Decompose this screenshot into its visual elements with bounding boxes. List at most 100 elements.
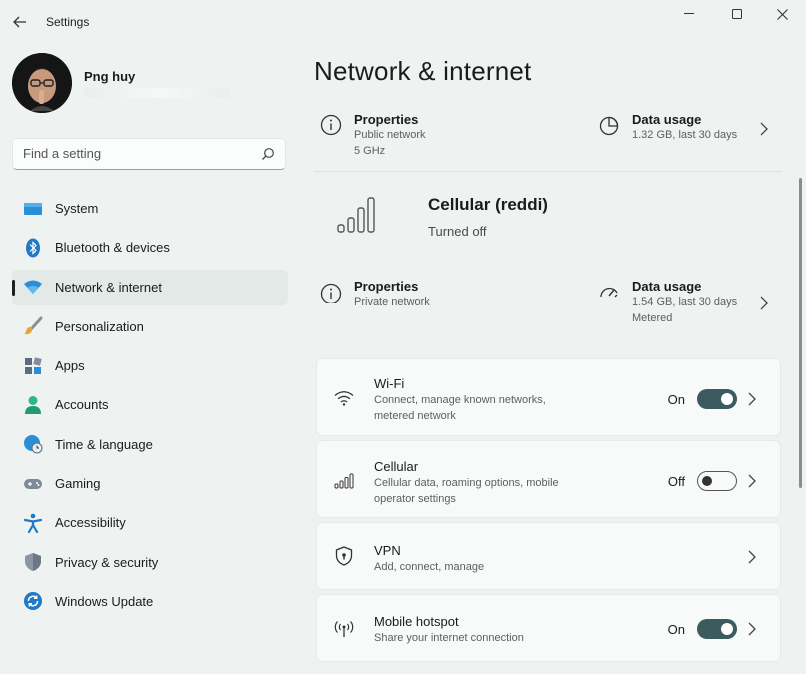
- toggle-state-label: On: [667, 392, 685, 407]
- sidebar-item-label: Time & language: [55, 436, 153, 452]
- sidebar-item-network[interactable]: Network & internet: [12, 269, 288, 305]
- title-bar: Settings: [0, 0, 806, 44]
- shield-icon: [23, 552, 43, 572]
- maximize-button[interactable]: [722, 4, 752, 24]
- search-icon[interactable]: [261, 147, 275, 161]
- toggle-state-label: On: [667, 622, 685, 637]
- mobile-hotspot-card[interactable]: Mobile hotspot Share your internet conne…: [316, 594, 781, 662]
- card-title: VPN: [374, 543, 401, 558]
- network-band: 5 GHz: [354, 145, 386, 157]
- chevron-right-icon[interactable]: [748, 550, 760, 564]
- card-description: Cellular data, roaming options, mobile o…: [374, 477, 559, 505]
- avatar[interactable]: [12, 53, 72, 113]
- sidebar-item-label: Accessibility: [55, 515, 126, 531]
- wifi-card[interactable]: Wi-Fi Connect, manage known networks, me…: [316, 358, 781, 436]
- close-button[interactable]: [767, 4, 797, 24]
- globe-clock-icon: [23, 434, 43, 454]
- back-arrow-icon[interactable]: [10, 12, 30, 32]
- cellular-properties-link[interactable]: Properties Private network: [320, 279, 430, 310]
- page-title: Network & internet: [314, 56, 532, 86]
- card-title: Mobile hotspot: [374, 614, 459, 629]
- sidebar-item-label: Privacy & security: [55, 554, 159, 570]
- wifi-icon: [23, 277, 43, 297]
- update-icon: [23, 591, 43, 611]
- sidebar-item-privacy-security[interactable]: Privacy & security: [12, 545, 288, 580]
- apps-icon: [23, 356, 43, 376]
- pie-chart-icon: [598, 114, 620, 136]
- sidebar-item-label: Personalization: [55, 318, 144, 334]
- chevron-right-icon[interactable]: [748, 474, 760, 488]
- sidebar-item-label: Apps: [55, 358, 85, 374]
- card-description: Add, connect, manage: [374, 561, 485, 573]
- data-usage-title: Data usage: [632, 112, 702, 127]
- toggle-state-label: Off: [667, 474, 685, 489]
- sidebar-item-windows-update[interactable]: Windows Update: [12, 584, 288, 619]
- bluetooth-icon: [23, 238, 43, 258]
- info-icon: [320, 281, 342, 305]
- wifi-toggle[interactable]: [697, 389, 737, 409]
- wifi-data-usage-link[interactable]: Data usage 1.32 GB, last 30 days: [598, 112, 737, 143]
- cellular-summary-row: Properties Private network Data usage 1.…: [314, 274, 782, 340]
- brush-icon: [23, 316, 43, 336]
- sidebar-item-label: Network & internet: [55, 279, 162, 295]
- app-title: Settings: [46, 15, 90, 29]
- cellular-toggle[interactable]: [697, 471, 737, 491]
- sidebar-item-label: Gaming: [55, 476, 101, 492]
- sidebar-item-accessibility[interactable]: Accessibility: [12, 505, 288, 540]
- card-title: Wi-Fi: [374, 376, 405, 391]
- chevron-right-icon[interactable]: [760, 122, 772, 136]
- cellular-name: Cellular (reddi): [428, 195, 548, 214]
- card-description: Connect, manage known networks, metered …: [374, 394, 546, 422]
- scrollbar[interactable]: [799, 178, 802, 488]
- minimize-button[interactable]: [674, 4, 704, 24]
- network-type: Private network: [354, 296, 430, 308]
- sidebar-item-label: Windows Update: [55, 593, 154, 609]
- sidebar-item-bluetooth[interactable]: Bluetooth & devices: [12, 230, 288, 265]
- sidebar-item-apps[interactable]: Apps: [12, 348, 288, 383]
- cellular-data-usage-link[interactable]: Data usage 1.54 GB, last 30 days Metered: [598, 279, 737, 326]
- sidebar-item-time-language[interactable]: Time & language: [12, 427, 288, 462]
- network-type: Public network: [354, 129, 426, 141]
- cellular-status: Turned off: [428, 224, 487, 239]
- cellular-signal-icon: [336, 196, 382, 234]
- sidebar-item-gaming[interactable]: Gaming: [12, 466, 288, 501]
- chevron-right-icon[interactable]: [748, 392, 760, 406]
- search-box[interactable]: [12, 138, 286, 170]
- search-input[interactable]: [23, 146, 253, 161]
- vpn-card[interactable]: VPN Add, connect, manage: [316, 522, 781, 590]
- divider: [314, 171, 782, 172]
- data-usage-amount: 1.54 GB, last 30 days: [632, 296, 738, 308]
- cellular-card[interactable]: Cellular Cellular data, roaming options,…: [316, 440, 781, 518]
- monitor-icon: [23, 199, 43, 219]
- data-usage-title: Data usage: [632, 279, 702, 294]
- sidebar-item-personalization[interactable]: Personalization: [12, 309, 288, 344]
- accessibility-icon: [23, 513, 43, 533]
- gauge-icon: [598, 281, 620, 303]
- wifi-properties-link[interactable]: Properties Public network 5 GHz: [320, 112, 426, 159]
- sidebar-item-label: Bluetooth & devices: [55, 240, 170, 256]
- hotspot-icon: [333, 618, 355, 640]
- info-icon: [320, 114, 342, 136]
- sidebar-item-accounts[interactable]: Accounts: [12, 387, 288, 422]
- cellular-signal-icon: [333, 470, 355, 492]
- wifi-summary-row: Properties Public network 5 GHz Data usa…: [314, 104, 782, 172]
- user-name: Png huy: [84, 69, 136, 84]
- vpn-shield-icon: [333, 545, 355, 567]
- metered-label: Metered: [632, 312, 673, 324]
- redacted-email: [84, 88, 230, 98]
- gamepad-icon: [23, 474, 43, 494]
- sidebar-nav: System Bluetooth & devices Network & int…: [12, 191, 288, 623]
- data-usage-amount: 1.32 GB, last 30 days: [632, 129, 738, 141]
- chevron-right-icon[interactable]: [748, 622, 760, 636]
- sidebar-item-system[interactable]: System: [12, 191, 288, 226]
- chevron-right-icon[interactable]: [760, 296, 772, 310]
- properties-title: Properties: [354, 279, 419, 294]
- wifi-icon: [333, 387, 355, 409]
- person-icon: [23, 395, 43, 415]
- sidebar-item-label: Accounts: [55, 397, 109, 413]
- sidebar-item-label: System: [55, 201, 99, 216]
- card-description: Share your internet connection: [374, 632, 524, 644]
- hotspot-toggle[interactable]: [697, 619, 737, 639]
- card-title: Cellular: [374, 459, 419, 474]
- properties-title: Properties: [354, 112, 419, 127]
